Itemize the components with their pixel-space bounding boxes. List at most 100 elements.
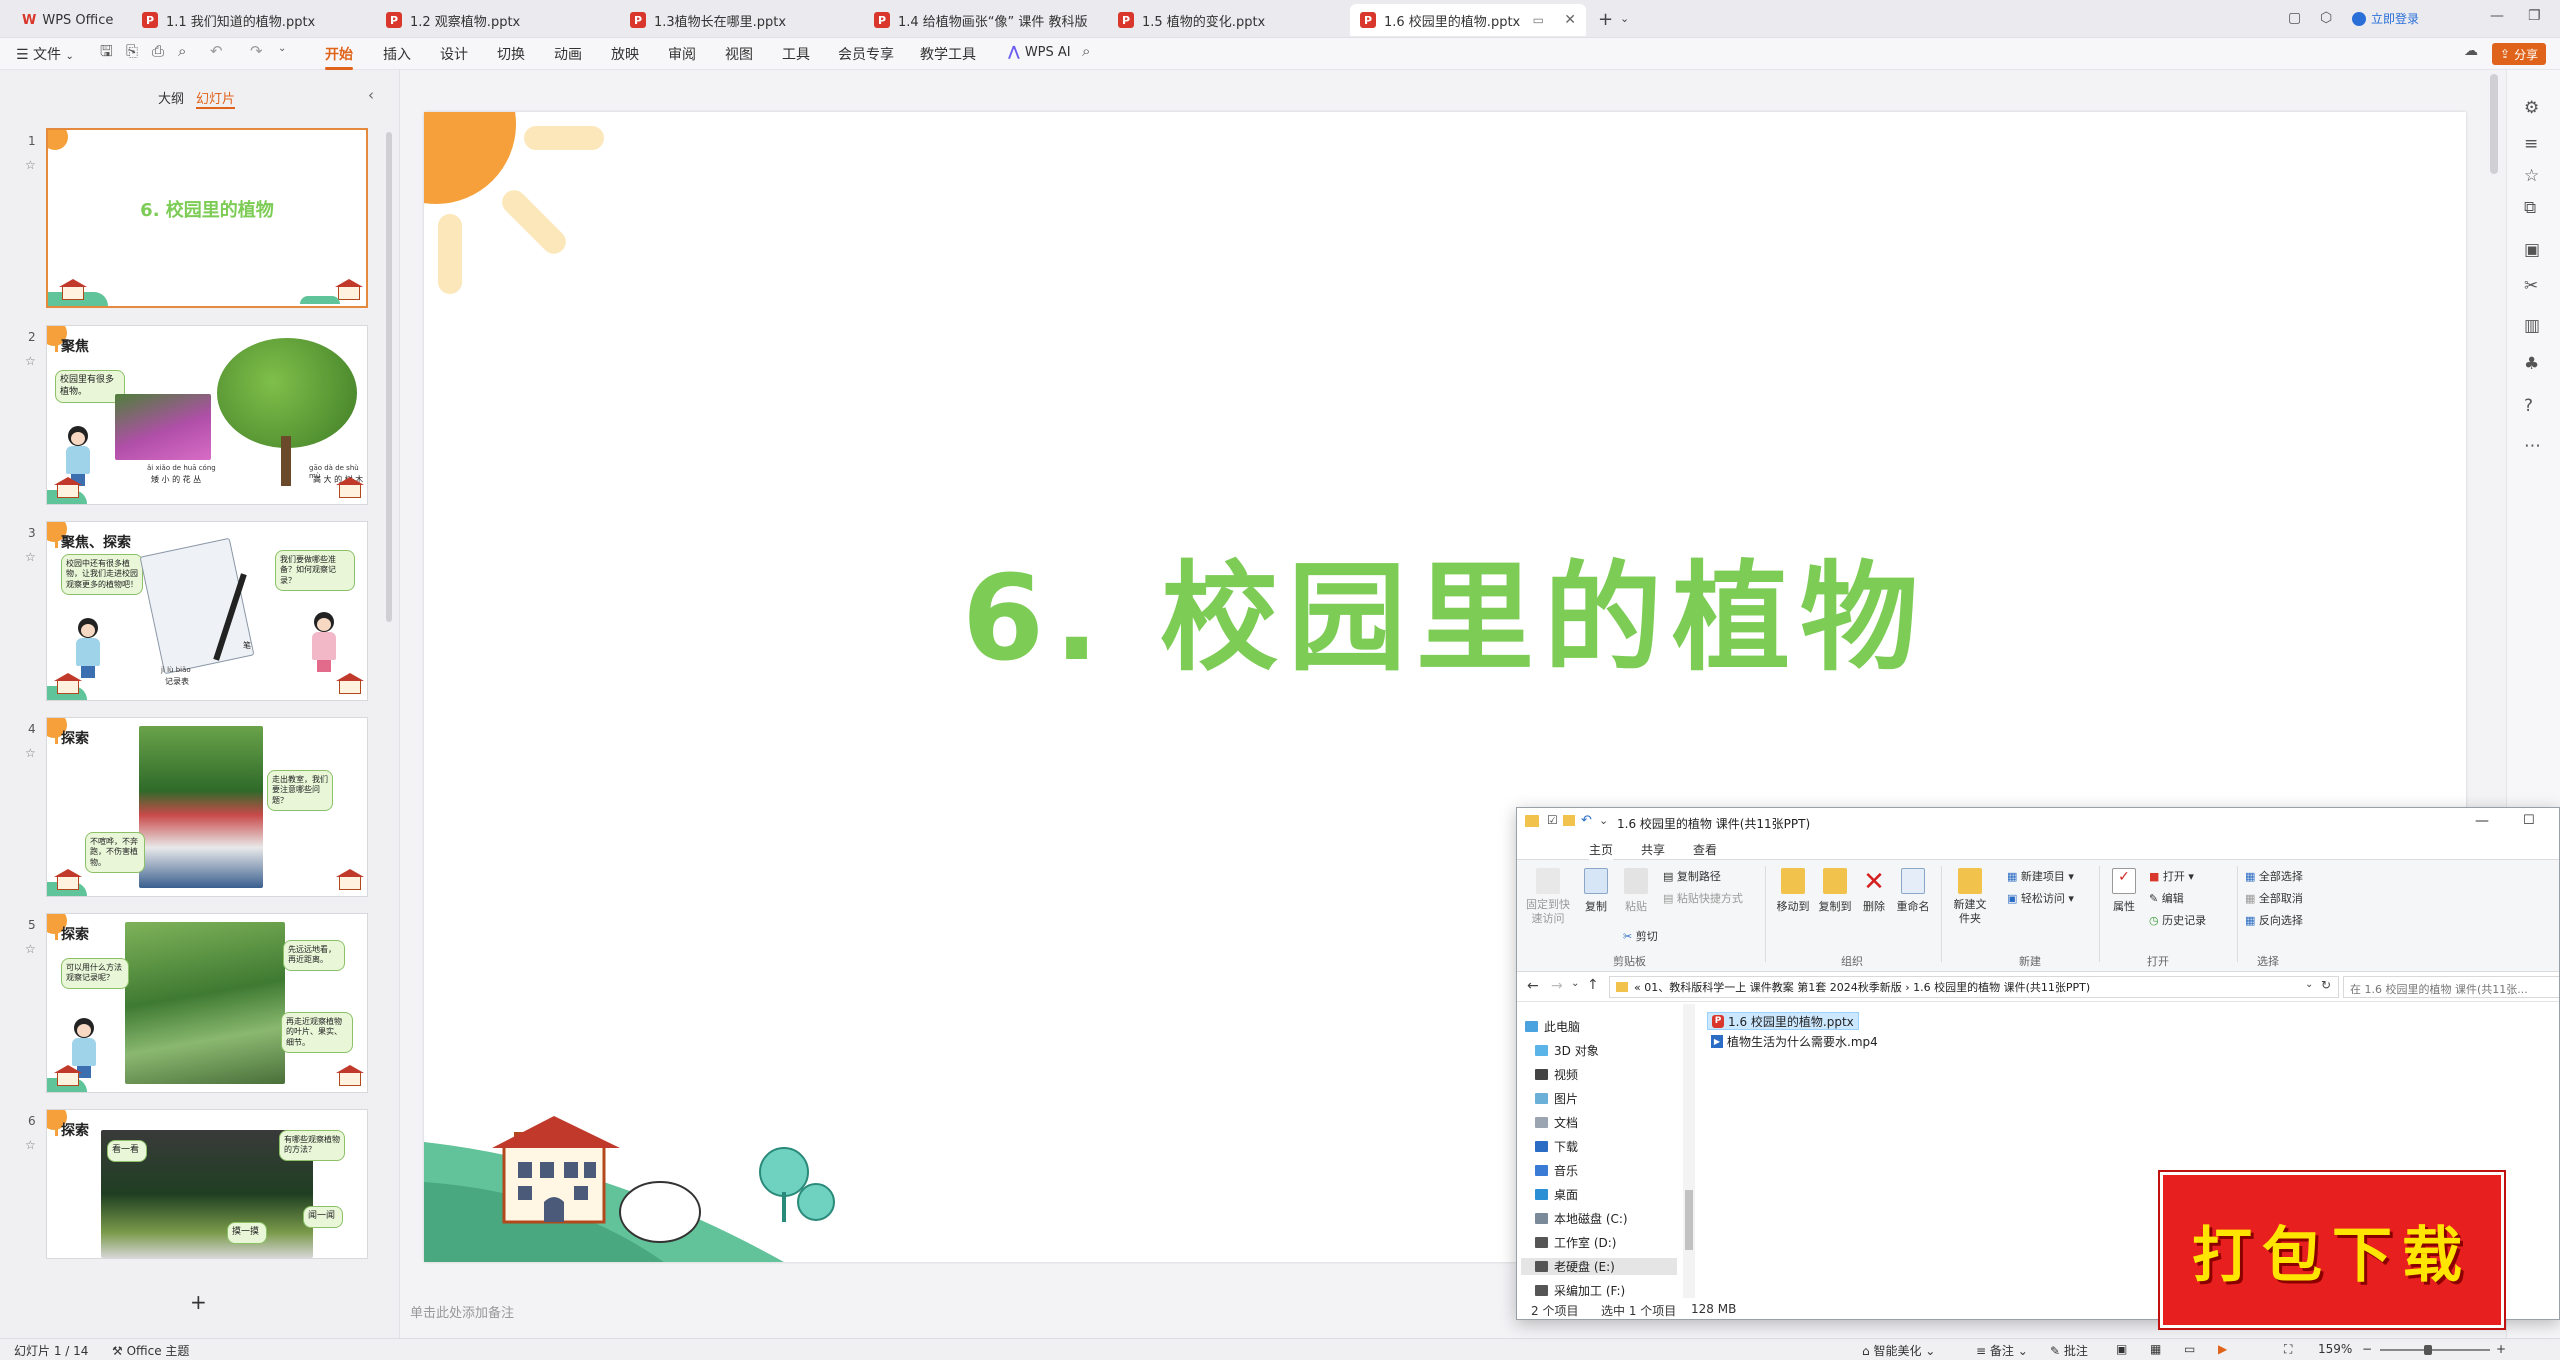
nav-item-pictures[interactable]: 图片 [1535, 1090, 1578, 1107]
cube-icon[interactable]: ⬡ [2320, 10, 2332, 26]
slide-title[interactable]: 6. 校园里的植物 [424, 522, 2466, 693]
star-icon[interactable]: ☆ [25, 354, 36, 368]
address-bar[interactable]: « 01、教科版科学一上 课件教案 第1套 2024秋季新版 › 1.6 校园里… [1609, 976, 2339, 998]
rename-button[interactable]: 重命名 [1893, 868, 1933, 914]
file-menu[interactable]: ☰ 文件 ⌄ [16, 44, 74, 64]
notes-placeholder[interactable]: 单击此处添加备注 [410, 1302, 514, 1321]
new-item-button[interactable]: ▦ 新建项目 ▾ [2007, 868, 2074, 884]
download-package-badge[interactable]: 打包下载 [2158, 1170, 2506, 1330]
select-all-button[interactable]: ▦ 全部选择 [2245, 868, 2303, 884]
play-icon[interactable]: ▶ [2218, 1342, 2227, 1356]
nav-item-drive-d[interactable]: 工作室 (D:) [1535, 1234, 1616, 1251]
zoom-level[interactable]: 159% [2318, 1342, 2352, 1356]
scrollbar[interactable] [1683, 1004, 1695, 1298]
zoom-out-icon[interactable]: − [2362, 1342, 2372, 1356]
star-shape-icon[interactable]: ☆ [2524, 166, 2539, 186]
minimize-icon[interactable]: — [2490, 8, 2504, 24]
zoom-slider[interactable] [2380, 1349, 2490, 1351]
open-button[interactable]: ■ 打开 ▾ [2149, 868, 2194, 884]
nav-item-videos[interactable]: 视频 [1535, 1066, 1578, 1083]
redo-icon[interactable]: ↷ [250, 44, 263, 59]
menu-item-transition[interactable]: 切换 [497, 44, 525, 64]
tab-document[interactable]: P 1.1 我们知道的植物.pptx [132, 4, 370, 36]
nav-item-desktop[interactable]: 桌面 [1535, 1186, 1578, 1203]
nav-item-this-pc[interactable]: 此电脑 [1525, 1018, 1580, 1035]
copy-to-button[interactable]: 复制到 [1815, 868, 1855, 914]
easy-access-button[interactable]: ▣ 轻松访问 ▾ [2007, 890, 2074, 906]
star-icon[interactable]: ☆ [25, 746, 36, 760]
chevron-down-icon[interactable]: ⌄ [1571, 978, 1579, 989]
refresh-icon[interactable]: ↻ [2321, 978, 2331, 992]
menu-item-tools[interactable]: 工具 [782, 44, 810, 64]
slide-thumbnail-4[interactable]: 探索 走出教室，我们要注意哪些问题？ 不喧哗，不奔跑，不伤害植物。 [46, 717, 368, 897]
sliders-icon[interactable]: ≡ [2524, 134, 2538, 154]
pin-button[interactable]: 固定到快速访问 [1523, 868, 1573, 927]
export-pdf-icon[interactable]: ⎘ [126, 44, 138, 59]
zoom-in-icon[interactable]: + [2496, 1342, 2506, 1356]
tab-document[interactable]: P 1.4 给植物画张“像” 课件 教科版 [864, 4, 1102, 36]
beautify-button[interactable]: ⌂ 智能美化 ⌄ [1862, 1342, 1935, 1359]
theme-indicator[interactable]: ⚒ Office 主题 [112, 1342, 189, 1359]
chevron-down-icon[interactable]: ⌄ [2305, 979, 2313, 990]
undo-icon[interactable]: ↶ [210, 44, 223, 59]
explorer-tab-view[interactable]: 查看 [1693, 841, 1717, 858]
zoom-slider-thumb[interactable] [2424, 1345, 2432, 1355]
menu-item-review[interactable]: 审阅 [668, 44, 696, 64]
tab-document[interactable]: P 1.5 植物的变化.pptx [1108, 4, 1346, 36]
menu-item-animation[interactable]: 动画 [554, 44, 582, 64]
chevron-down-icon[interactable]: ⌄ [1620, 12, 1629, 25]
copy-icon[interactable]: ⧉ [2524, 198, 2536, 218]
new-folder-button[interactable]: 新建文件夹 [1947, 868, 1993, 927]
nav-item-drive-e[interactable]: 老硬盘 (E:) [1521, 1258, 1677, 1275]
file-item[interactable]: P 1.6 校园里的植物.pptx [1707, 1012, 1859, 1030]
up-icon[interactable]: ↑ [1587, 977, 1599, 993]
nav-item-3d[interactable]: 3D 对象 [1535, 1042, 1599, 1059]
back-icon[interactable]: ← [1527, 978, 1539, 994]
cut-button[interactable]: ✂ 剪切 [1623, 928, 1658, 944]
save-icon[interactable]: 🖫 [100, 44, 113, 59]
paste-button[interactable]: 粘贴 [1619, 868, 1653, 914]
slide-thumbnail-3[interactable]: 聚焦、探索 校园中还有很多植物，让我们走进校园观察更多的植物吧！ 我们要做哪些准… [46, 521, 368, 701]
help-icon[interactable]: ? [2524, 396, 2533, 416]
star-icon[interactable]: ☆ [25, 1138, 36, 1152]
scrollbar[interactable] [386, 132, 392, 622]
close-icon[interactable]: ✕ [1556, 12, 1576, 28]
reading-view-icon[interactable]: ▭ [2184, 1342, 2195, 1356]
add-slide-button[interactable]: + [190, 1290, 207, 1314]
menu-item-slideshow[interactable]: 放映 [611, 44, 639, 64]
scrollbar-thumb[interactable] [1685, 1190, 1693, 1250]
menu-item-design[interactable]: 设计 [440, 44, 468, 64]
maximize-icon[interactable]: ☐ [2523, 813, 2535, 828]
star-icon[interactable]: ☆ [25, 942, 36, 956]
collapse-panel-icon[interactable]: ‹ [368, 86, 374, 104]
tab-document[interactable]: P 1.2 观察植物.pptx [376, 4, 614, 36]
nav-item-drive-f[interactable]: 采编加工 (F:) [1535, 1282, 1625, 1299]
menu-item-member[interactable]: 会员专享 [838, 44, 894, 64]
book-icon[interactable]: ▥ [2524, 316, 2540, 336]
nav-item-documents[interactable]: 文档 [1535, 1114, 1578, 1131]
move-to-button[interactable]: 移动到 [1773, 868, 1813, 914]
nav-item-music[interactable]: 音乐 [1535, 1162, 1578, 1179]
print-icon[interactable]: ⎙ [152, 44, 164, 59]
tree-icon[interactable]: ♣ [2524, 354, 2539, 374]
chevron-down-icon[interactable]: ⌄ [278, 44, 286, 54]
tab-document-active[interactable]: P 1.6 校园里的植物.pptx ▭ ✕ [1350, 4, 1586, 36]
notes-button[interactable]: ≡ 备注 ⌄ [1976, 1342, 2028, 1359]
slide-thumbnail-2[interactable]: 聚焦 校园里有很多植物。 ǎi xiǎo de huā cóng 矮 小 的 花… [46, 325, 368, 505]
minimize-icon[interactable]: — [2475, 813, 2489, 829]
menu-item-view[interactable]: 视图 [725, 44, 753, 64]
slide-scrollbar[interactable] [2490, 74, 2498, 174]
tab-outline[interactable]: 大纲 [158, 88, 184, 107]
slide-sorter-icon[interactable]: ▦ [2150, 1342, 2161, 1356]
window-layout-icon[interactable]: ▢ [2288, 10, 2301, 26]
forward-icon[interactable]: → [1551, 978, 1563, 994]
menu-item-start[interactable]: 开始 [325, 44, 353, 70]
undo-icon[interactable]: ↶ [1581, 813, 1592, 828]
new-folder-icon[interactable] [1563, 815, 1575, 826]
star-icon[interactable]: ☆ [25, 158, 36, 172]
file-item[interactable]: ▶ 植物生活为什么需要水.mp4 [1707, 1032, 1882, 1050]
copy-button[interactable]: 复制 [1579, 868, 1613, 914]
paste-shortcut-button[interactable]: ▤ 粘贴快捷方式 [1663, 890, 1743, 906]
monitor-icon[interactable]: ▭ [1533, 13, 1544, 27]
copy-path-button[interactable]: ▤ 复制路径 [1663, 868, 1721, 884]
